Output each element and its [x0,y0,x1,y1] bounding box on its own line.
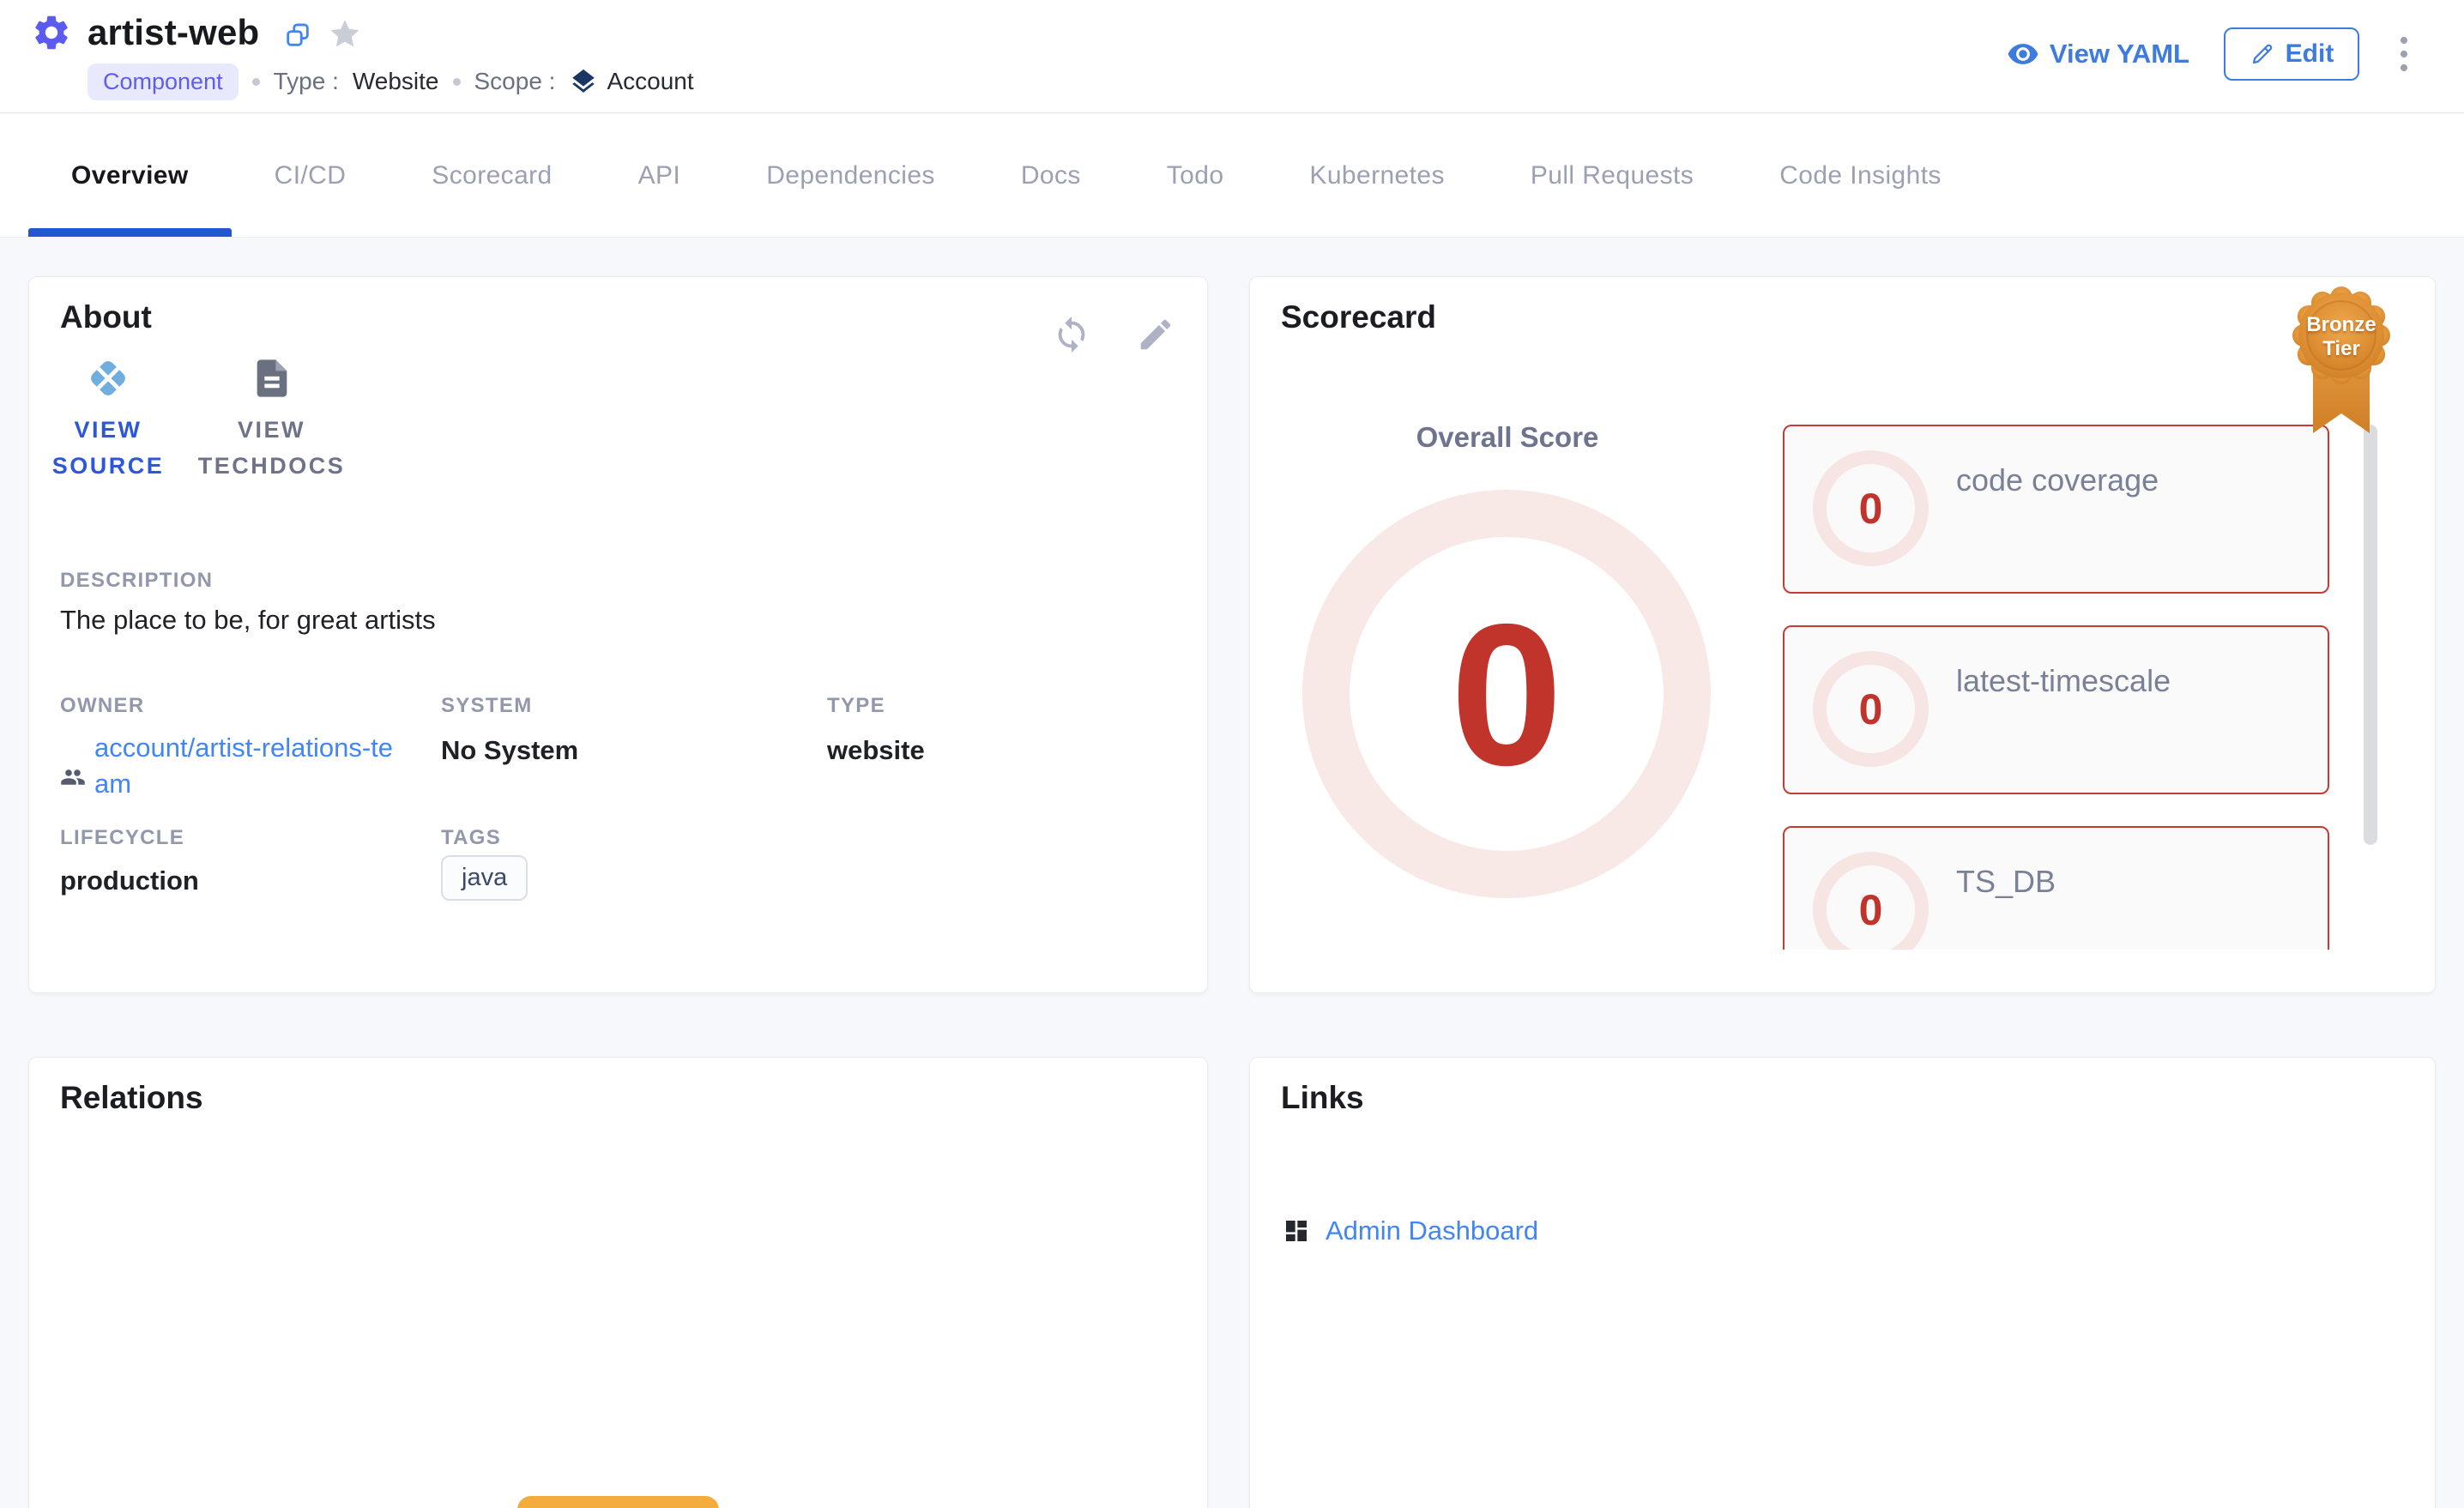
owner-row: account/artist-relations-team [60,730,403,802]
check-card-latest-timescale[interactable]: 0 latest-timescale [1783,625,2329,794]
view-techdocs-button[interactable]: VIEW TECHDOCS [192,356,351,485]
entity-header: artist-web Component Type : Website Scop… [0,0,2464,113]
check-donut: 0 [1813,450,1929,566]
links-card-title: Links [1281,1080,1364,1116]
check-card-code-coverage[interactable]: 0 code coverage [1783,425,2329,594]
edit-button-label: Edit [2286,39,2334,69]
check-name: latest-timescale [1956,663,2171,699]
check-donut: 0 [1813,651,1929,767]
more-options-kebab-icon[interactable] [2394,30,2414,78]
link-label[interactable]: Admin Dashboard [1326,1215,1538,1246]
entity-tabbar: Overview CI/CD Scorecard API Dependencie… [0,114,2464,238]
group-icon [60,764,86,790]
description-label: DESCRIPTION [60,569,213,593]
view-techdocs-label: VIEW TECHDOCS [192,413,351,485]
techdocs-icon [250,356,294,401]
tab-pull-requests[interactable]: Pull Requests [1488,114,1736,237]
copy-icon[interactable] [283,21,312,50]
tier-line1: Bronze [2287,313,2395,337]
type-label: Type : [274,68,339,95]
tab-todo[interactable]: Todo [1124,114,1267,237]
scope-label: Scope : [474,68,556,95]
tab-overview[interactable]: Overview [28,114,232,237]
tab-cicd[interactable]: CI/CD [232,114,390,237]
dot-separator [453,78,461,86]
overall-score-label: Overall Score [1250,421,1765,454]
view-yaml-button[interactable]: View YAML [2007,38,2189,70]
check-score: 0 [1859,885,1883,935]
dot-separator [252,78,260,86]
relation-graph-node[interactable] [517,1496,719,1508]
tab-code-insights[interactable]: Code Insights [1736,114,1984,237]
pencil-icon [2250,41,2275,67]
lifecycle-label: LIFECYCLE [60,826,184,850]
source-icon [86,356,130,401]
description-value: The place to be, for great artists [60,605,436,636]
tab-dependencies[interactable]: Dependencies [723,114,978,237]
tab-api[interactable]: API [595,114,724,237]
system-label: SYSTEM [441,694,532,718]
view-source-button[interactable]: VIEW SOURCE [36,356,180,485]
scorecard-card-title: Scorecard [1281,299,1436,335]
check-card-ts-db[interactable]: 0 TS_DB [1783,826,2329,950]
owner-link[interactable]: account/artist-relations-team [94,730,403,802]
lifecycle-value: production [60,866,199,896]
type-field-label: TYPE [827,694,885,718]
scope-value-wrap: Account [569,67,693,96]
check-score: 0 [1859,484,1883,534]
tier-line2: Tier [2287,337,2395,361]
view-source-label: VIEW SOURCE [36,413,180,485]
refresh-icon[interactable] [1052,315,1091,354]
eye-icon [2007,38,2039,70]
link-item-admin-dashboard[interactable]: Admin Dashboard [1283,1215,1538,1246]
check-name: code coverage [1956,462,2159,498]
tags-label: TAGS [441,826,501,850]
tab-docs[interactable]: Docs [978,114,1124,237]
layers-icon [569,67,598,96]
scorecard-checks-list: 0 code coverage 0 latest-timescale 0 TS_… [1783,425,2329,950]
type-value-field: website [827,735,925,766]
tab-scorecard[interactable]: Scorecard [389,114,595,237]
dashboard-icon [1283,1217,1310,1245]
check-name: TS_DB [1956,864,2056,900]
tag-chip-java[interactable]: java [441,855,528,901]
edit-about-pencil-icon[interactable] [1136,315,1175,354]
relations-card: Relations [28,1057,1208,1508]
scorecard-card: Scorecard Bronze Tier [1249,276,2436,993]
about-card: About VIEW SOURCE VIEW TECHDOCS DESCRIPT… [28,276,1208,993]
kind-badge: Component [88,63,239,100]
tier-badge-text: Bronze Tier [2287,313,2395,362]
scope-value: Account [607,68,693,95]
check-score: 0 [1859,685,1883,734]
overall-score-donut: 0 [1302,490,1711,898]
type-value: Website [353,68,439,95]
links-card: Links Admin Dashboard [1249,1057,2436,1508]
overall-score-value: 0 [1451,594,1563,795]
bronze-tier-ribbon-icon: Bronze Tier [2287,286,2395,444]
about-card-title: About [60,299,152,335]
owner-label: OWNER [60,694,145,718]
view-yaml-label: View YAML [2050,39,2189,69]
relations-card-title: Relations [60,1080,203,1116]
check-donut: 0 [1813,852,1929,950]
page-title: artist-web [88,12,259,53]
component-gear-icon [31,12,72,53]
star-icon[interactable] [328,17,362,51]
edit-button[interactable]: Edit [2224,27,2359,81]
checks-scrollbar[interactable] [2364,425,2377,845]
tab-kubernetes[interactable]: Kubernetes [1266,114,1487,237]
entity-meta-row: Component Type : Website Scope : Account [88,62,694,101]
system-value: No System [441,735,578,766]
